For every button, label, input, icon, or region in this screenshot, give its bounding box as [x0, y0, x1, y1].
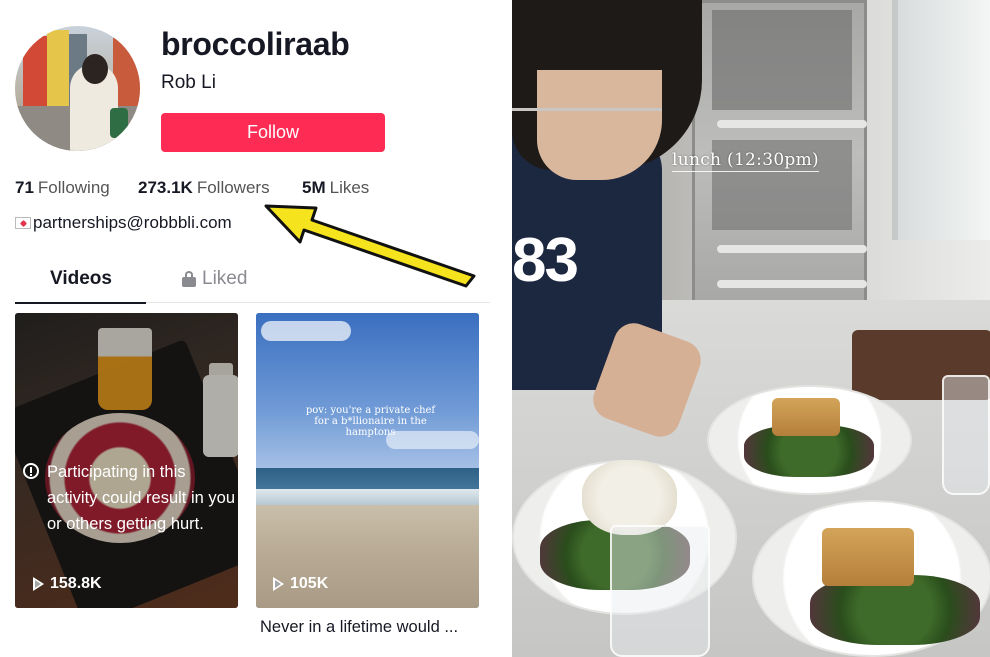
profile-panel: broccoliraab Rob Li Follow 71 Following 2…	[0, 0, 500, 657]
view-count: 158.8K	[33, 575, 102, 593]
warning-circle-icon	[23, 463, 39, 479]
view-count: 105K	[273, 575, 328, 593]
video-overlay-caption: pov: you're a private chef for a b*llion…	[305, 405, 436, 438]
divider	[500, 0, 512, 657]
lock-icon	[182, 271, 196, 287]
warning-text: Participating in this activity could res…	[47, 463, 236, 533]
play-icon	[273, 577, 284, 591]
jersey-number: 83	[512, 226, 579, 295]
profile-tabs: Videos Liked	[15, 262, 490, 304]
envelope-heart-icon	[15, 217, 31, 229]
video-card[interactable]: Participating in this activity could res…	[15, 313, 238, 608]
cooking-photo: 83 lunch (12:30pm)	[512, 0, 990, 657]
following-label: Following	[37, 178, 110, 197]
username: broccoliraab	[161, 26, 350, 62]
video-overlay-text: lunch (12:30pm)	[672, 150, 819, 172]
avatar[interactable]	[15, 26, 140, 151]
video-caption[interactable]: Never in a lifetime would ...	[260, 618, 458, 637]
tab-liked-label: Liked	[202, 268, 248, 289]
tab-underline	[15, 302, 146, 304]
tab-videos[interactable]: Videos	[50, 268, 112, 290]
tab-liked[interactable]: Liked	[182, 268, 247, 290]
following-count: 71	[15, 178, 34, 197]
bio: partnerships@robbbli.com	[15, 213, 232, 233]
play-icon	[33, 577, 44, 591]
view-count-value: 105K	[290, 575, 329, 592]
content-warning: Participating in this activity could res…	[23, 459, 235, 537]
followers-count: 273.1K	[138, 178, 193, 197]
follow-button[interactable]: Follow	[161, 113, 385, 152]
stat-following[interactable]: 71 Following	[15, 178, 110, 198]
display-name: Rob Li	[161, 72, 216, 93]
view-count-value: 158.8K	[50, 575, 102, 592]
video-card[interactable]: pov: you're a private chef for a b*llion…	[256, 313, 479, 608]
bio-email[interactable]: partnerships@robbbli.com	[33, 213, 232, 233]
